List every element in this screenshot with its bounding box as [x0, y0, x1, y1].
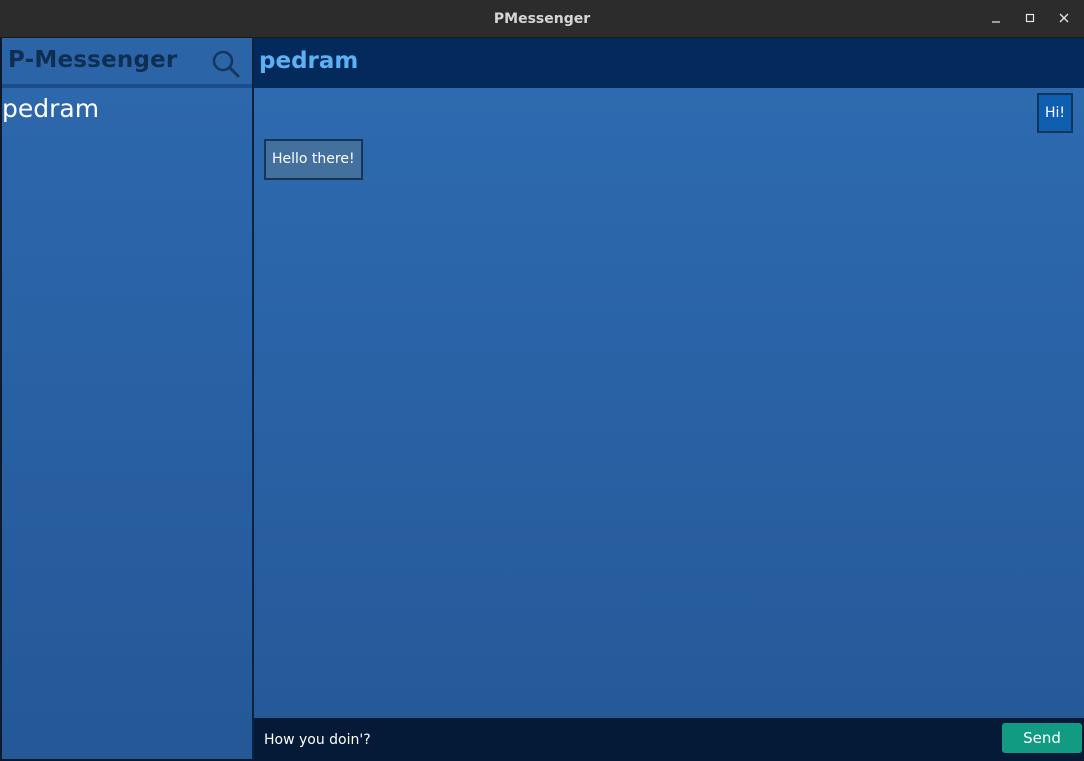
search-button[interactable]	[210, 48, 242, 80]
minimize-button[interactable]	[985, 8, 1007, 30]
send-button[interactable]: Send	[1002, 723, 1082, 753]
message-list[interactable]: Hi! Hello there!	[254, 88, 1084, 718]
close-button[interactable]	[1053, 8, 1075, 30]
maximize-button[interactable]	[1019, 8, 1041, 30]
outgoing-message: Hi!	[1036, 93, 1073, 133]
chat-panel: pedram Hi! Hello there! Send	[254, 38, 1084, 761]
contact-list: pedram	[2, 92, 252, 128]
incoming-message: Hello there!	[264, 139, 363, 180]
minimize-icon	[992, 21, 1000, 23]
chat-header: pedram	[254, 38, 1084, 88]
window-title: PMessenger	[493, 11, 591, 27]
app-title: P-Messenger	[8, 47, 178, 73]
message-input[interactable]	[254, 718, 994, 761]
sidebar-header: P-Messenger	[2, 38, 252, 88]
search-icon	[212, 50, 240, 78]
composer: Send	[254, 718, 1084, 761]
chat-contact-name: pedram	[259, 48, 359, 74]
maximize-icon	[1025, 13, 1035, 23]
app-window: PMessenger P-Messenger pedram pedram Hi!…	[0, 0, 1084, 761]
contact-item[interactable]: pedram	[2, 92, 252, 128]
title-bar[interactable]: PMessenger	[0, 0, 1084, 38]
close-icon	[1059, 13, 1069, 23]
sidebar: P-Messenger pedram	[2, 38, 254, 759]
